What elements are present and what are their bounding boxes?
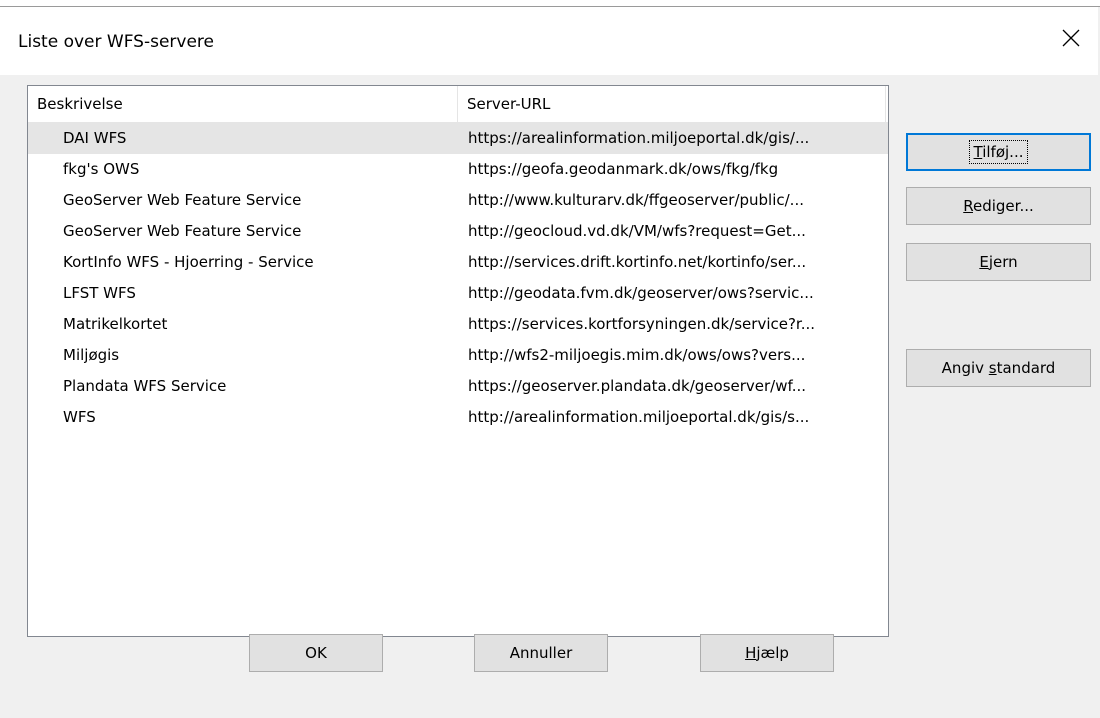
list-row[interactable]: WFS http://arealinformation.miljoeportal… — [28, 402, 888, 433]
row-url: http://services.drift.kortinfo.net/korti… — [468, 253, 807, 271]
set-default-button[interactable]: Angiv standard — [906, 349, 1091, 387]
row-url: http://geocloud.vd.dk/VM/wfs?request=Get… — [468, 222, 806, 240]
add-button[interactable]: Tilføj... — [906, 133, 1091, 171]
row-description: fkg's OWS — [63, 160, 140, 178]
set-default-label-rest: tandard — [996, 359, 1056, 377]
row-url: http://arealinformation.miljoeportal.dk/… — [468, 408, 810, 426]
close-icon — [1062, 29, 1080, 47]
add-label-rest: ilføj... — [982, 143, 1024, 161]
list-row[interactable]: GeoServer Web Feature Service http://geo… — [28, 216, 888, 247]
column-header-description[interactable]: Beskrivelse — [28, 86, 458, 122]
set-default-label-pre: Angiv — [941, 359, 989, 377]
list-row[interactable]: DAI WFS https://arealinformation.miljoep… — [28, 123, 888, 154]
add-mnemonic: T — [973, 143, 983, 161]
row-url: https://geofa.geodanmark.dk/ows/fkg/fkg — [468, 160, 779, 178]
row-description: Miljøgis — [63, 346, 120, 364]
ok-button[interactable]: OK — [249, 634, 383, 672]
remove-mnemonic: E — [979, 253, 989, 271]
set-default-mnemonic: s — [988, 359, 997, 377]
server-list[interactable]: Beskrivelse Server-URL DAI WFS https://a… — [27, 85, 889, 637]
dialog-title: Liste over WFS-servere — [18, 32, 215, 52]
help-mnemonic: H — [745, 644, 757, 662]
row-url: http://geodata.fvm.dk/geoserver/ows?serv… — [468, 284, 814, 302]
row-description: WFS — [63, 408, 96, 426]
close-button[interactable] — [1056, 23, 1086, 53]
row-description: DAI WFS — [63, 129, 127, 147]
edit-button[interactable]: Rediger... — [906, 187, 1091, 225]
row-url: http://wfs2-miljoegis.mim.dk/ows/ows?ver… — [468, 346, 806, 364]
cancel-button[interactable]: Annuller — [474, 634, 608, 672]
row-url: http://www.kulturarv.dk/ffgeoserver/publ… — [468, 191, 804, 209]
row-description: KortInfo WFS - Hjoerring - Service — [63, 253, 314, 271]
column-header-server-url[interactable]: Server-URL — [458, 86, 886, 122]
row-description: Plandata WFS Service — [63, 377, 227, 395]
row-description: Matrikelkortet — [63, 315, 168, 333]
list-row[interactable]: LFST WFS http://geodata.fvm.dk/geoserver… — [28, 278, 888, 309]
list-row[interactable]: Miljøgis http://wfs2-miljoegis.mim.dk/ow… — [28, 340, 888, 371]
list-row[interactable]: fkg's OWS https://geofa.geodanmark.dk/ow… — [28, 154, 888, 185]
remove-label-rest: jern — [988, 253, 1018, 271]
list-rows: DAI WFS https://arealinformation.miljoep… — [28, 123, 888, 433]
list-row[interactable]: Plandata WFS Service https://geoserver.p… — [28, 371, 888, 402]
row-url: https://arealinformation.miljoeportal.dk… — [468, 129, 810, 147]
list-row[interactable]: Matrikelkortet https://services.kortfors… — [28, 309, 888, 340]
edit-mnemonic: R — [963, 197, 973, 215]
remove-button[interactable]: Ejern — [906, 243, 1091, 281]
wfs-server-dialog: Liste over WFS-servere Beskrivelse Serve… — [0, 6, 1100, 718]
row-url: https://services.kortforsyningen.dk/serv… — [468, 315, 816, 333]
title-bar: Liste over WFS-servere — [0, 7, 1098, 75]
edit-label-rest: ediger... — [972, 197, 1034, 215]
list-header: Beskrivelse Server-URL — [28, 86, 888, 123]
row-url: https://geoserver.plandata.dk/geoserver/… — [468, 377, 806, 395]
row-description: GeoServer Web Feature Service — [63, 191, 302, 209]
row-description: GeoServer Web Feature Service — [63, 222, 302, 240]
help-button[interactable]: Hjælp — [700, 634, 834, 672]
list-row[interactable]: KortInfo WFS - Hjoerring - Service http:… — [28, 247, 888, 278]
add-button-label: Tilføj... — [968, 140, 1029, 164]
row-description: LFST WFS — [63, 284, 136, 302]
list-row[interactable]: GeoServer Web Feature Service http://www… — [28, 185, 888, 216]
help-label-rest: jælp — [756, 644, 789, 662]
